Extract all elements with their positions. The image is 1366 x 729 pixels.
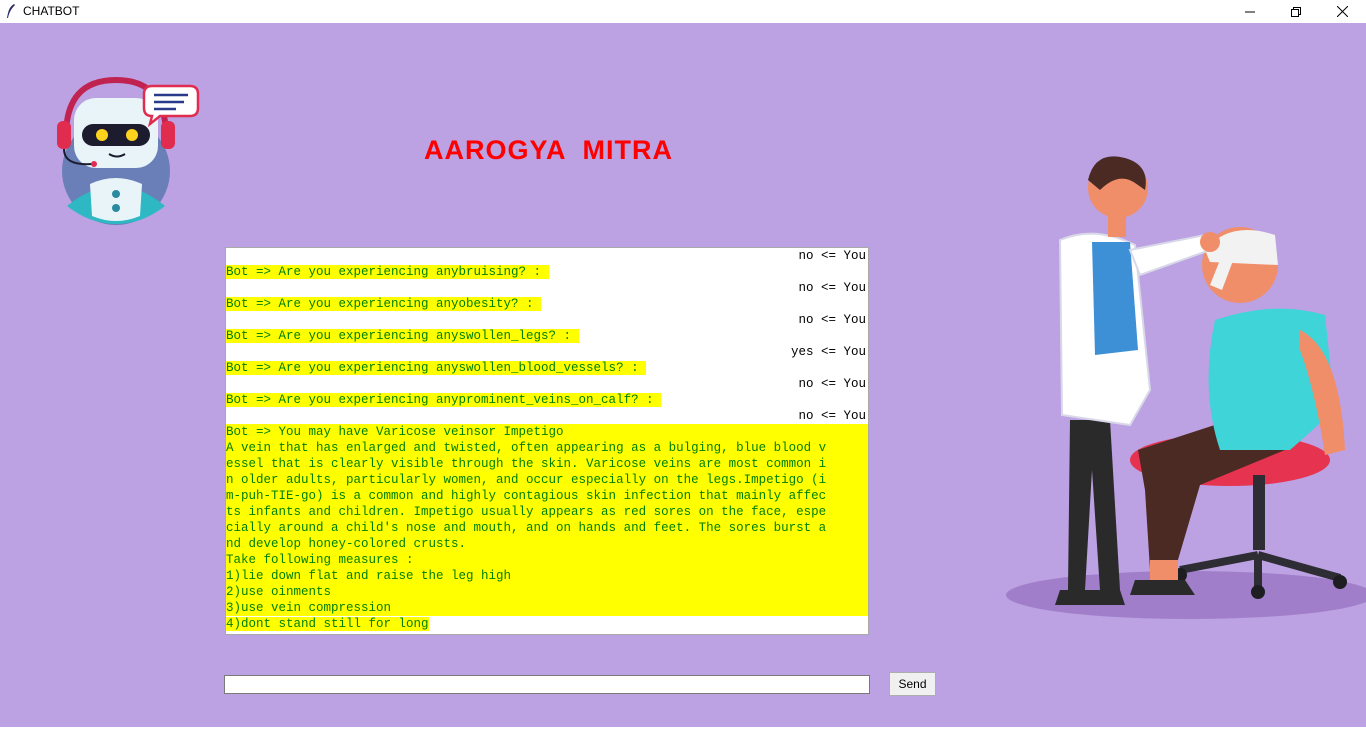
diagnosis-last-line: 4)dont stand still for long: [226, 617, 429, 631]
diagnosis-line: Bot => You may have Varicose veinsor Imp…: [226, 425, 564, 439]
doctor-bandaging-patient-illustration: [1006, 156, 1366, 619]
user-message: no <= You: [798, 249, 866, 263]
restore-icon: [1291, 6, 1301, 17]
send-button[interactable]: Send: [889, 672, 936, 696]
restore-button[interactable]: [1273, 0, 1319, 23]
diagnosis-line: A vein that has enlarged and twisted, of…: [226, 441, 827, 455]
robot-assistant-icon: [57, 76, 200, 225]
user-message: no <= You: [798, 313, 866, 327]
diagnosis-line: n older adults, particularly women, and …: [226, 473, 827, 487]
feather-icon: [7, 4, 15, 18]
app-heading: AAROGYA MITRA: [424, 135, 674, 165]
bot-message: Bot => Are you experiencing anybruising?…: [226, 265, 549, 279]
diagnosis-line: ts infants and children. Impetigo usuall…: [226, 505, 827, 519]
user-message: no <= You: [798, 377, 866, 391]
bot-message: Bot => Are you experiencing anyswollen_b…: [226, 361, 647, 375]
minimize-button[interactable]: [1227, 0, 1273, 23]
diagnosis-line: cially around a child's nose and mouth, …: [226, 521, 827, 535]
chat-log[interactable]: no <= You Bot => Are you experiencing an…: [225, 247, 869, 635]
user-message: yes <= You: [790, 345, 866, 359]
bot-message: Bot => Are you experiencing anyobesity? …: [226, 297, 542, 311]
diagnosis-line: m-puh-TIE-go) is a common and highly con…: [226, 489, 827, 503]
window-titlebar: CHATBOT: [0, 0, 1366, 23]
user-message: no <= You: [798, 281, 866, 295]
close-icon: [1336, 6, 1348, 17]
diagnosis-line: 2)use oinments: [226, 585, 332, 599]
diagnosis-line: Take following measures :: [226, 553, 414, 567]
bot-message: Bot => Are you experiencing anyswollen_l…: [226, 329, 579, 343]
minimize-icon: [1245, 11, 1255, 12]
diagnosis-line: essel that is clearly visible through th…: [226, 457, 827, 471]
bot-message: Bot => Are you experiencing anyprominent…: [226, 393, 662, 407]
diagnosis-line: 1)lie down flat and raise the leg high: [226, 569, 512, 583]
window-title: CHATBOT: [23, 4, 80, 18]
user-message: no <= You: [798, 409, 866, 423]
message-input[interactable]: [224, 675, 870, 694]
diagnosis-line: nd develop honey-colored crusts.: [226, 537, 467, 551]
diagnosis-line: 3)use vein compression: [226, 601, 392, 615]
bot-diagnosis-message: Bot => You may have Varicose veinsor Imp…: [226, 424, 868, 616]
close-button[interactable]: [1319, 0, 1365, 23]
